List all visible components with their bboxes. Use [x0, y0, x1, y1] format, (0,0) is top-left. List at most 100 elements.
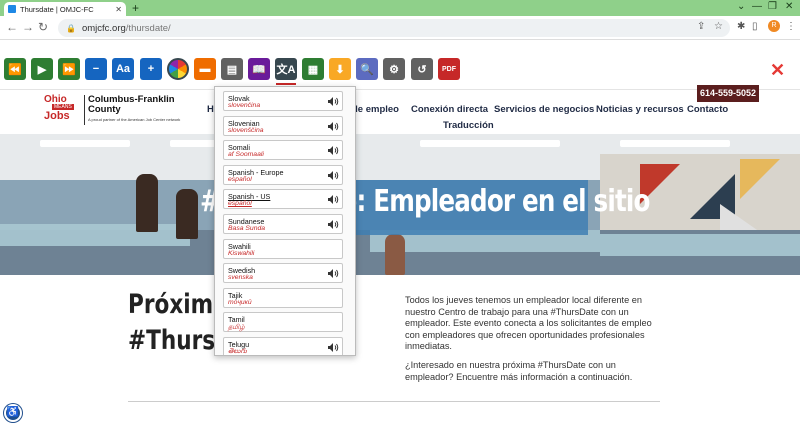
- close-tab-icon[interactable]: ✕: [115, 5, 122, 14]
- decrease-text-icon: −: [92, 63, 100, 75]
- text-mode-icon: ▦: [307, 63, 319, 76]
- nav-item-negocios[interactable]: Servicios de negocios: [494, 104, 594, 115]
- increase-text-icon: +: [147, 63, 155, 75]
- nav-item-home[interactable]: H: [207, 104, 214, 115]
- address-bar[interactable]: 🔒 omjcfc.org/thursdate/: [58, 19, 730, 37]
- bookmark-star-icon[interactable]: ☆: [714, 21, 723, 32]
- language-native-name: español: [228, 200, 252, 208]
- language-option[interactable]: Tajik тоҷикӣ: [223, 287, 343, 308]
- extensions-icon[interactable]: ✱: [737, 21, 745, 32]
- tab-title: Thursdate | OMJC-FC: [20, 4, 94, 14]
- nav-item-traduccion[interactable]: Traducción: [443, 120, 494, 131]
- download-mp3-button[interactable]: ⬇: [329, 58, 351, 80]
- browser-nav-bar: ← → ↻ 🔒 omjcfc.org/thursdate/ ⇪ ☆ ✱ ▯ R …: [0, 16, 800, 40]
- magnifier-button[interactable]: 🔍: [356, 58, 378, 80]
- new-tab-button[interactable]: +: [132, 1, 139, 15]
- translate-button[interactable]: 文A: [275, 58, 297, 80]
- pdf-button[interactable]: PDF: [438, 58, 460, 80]
- phone-number-button[interactable]: 614-559-5052: [697, 85, 759, 102]
- accessibility-toolbar: ⏪ ▶ ⏩ − Aa + ▬ ▤ 📖 文A ▦ ⬇ 🔍 ⚙ ↺ PDF ✕: [0, 40, 800, 90]
- nav-item-conexion[interactable]: Conexión directa: [411, 104, 488, 115]
- dictionary-icon: 📖: [252, 63, 266, 76]
- speaker-icon[interactable]: [327, 170, 339, 181]
- magnifier-icon: 🔍: [360, 63, 374, 76]
- language-option[interactable]: Somali af Soomaali: [223, 140, 343, 161]
- text-size-button[interactable]: Aa: [112, 58, 134, 80]
- increase-text-button[interactable]: +: [140, 58, 162, 80]
- language-option[interactable]: Swedish svenska: [223, 263, 343, 284]
- section-divider: [128, 401, 660, 402]
- nav-item-contacto[interactable]: Contacto: [687, 104, 728, 115]
- favicon-icon: [8, 5, 16, 13]
- language-native-name: தமிழ்: [228, 324, 245, 332]
- nav-item-empleo[interactable]: de empleo: [352, 104, 399, 115]
- play-icon: ▶: [37, 63, 47, 76]
- restore-icon[interactable]: ❐: [768, 1, 777, 12]
- back-icon[interactable]: ←: [6, 20, 18, 34]
- settings-icon: ⚙: [389, 63, 399, 76]
- language-native-name: Basa Sunda: [228, 225, 266, 232]
- language-native-name: Kiswahili: [228, 249, 255, 257]
- cta-paragraph: ¿Interesado en nuestra próxima #ThursDat…: [405, 360, 633, 382]
- fast-forward-button[interactable]: ⏩: [58, 58, 80, 80]
- language-option[interactable]: Slovak slovenčina: [223, 91, 343, 111]
- screen-mask-button[interactable]: ▤: [221, 58, 243, 80]
- language-dropdown[interactable]: Slovak slovenčina Slovenian slovenščina Soma…: [214, 86, 356, 356]
- url-text: omjcfc.org/thursdate/: [81, 22, 171, 34]
- play-button[interactable]: ▶: [31, 58, 53, 80]
- intro-paragraph: Todos los jueves tenemos un empleador lo…: [405, 295, 652, 351]
- language-option[interactable]: Swahili Kiswahili: [223, 238, 343, 259]
- highlight-icon: ▬: [199, 63, 211, 75]
- sidebar-icon[interactable]: ▯: [752, 21, 758, 32]
- settings-button[interactable]: ⚙: [383, 58, 405, 80]
- speaker-icon[interactable]: [327, 219, 339, 230]
- language-option[interactable]: Telugu తెలుగు: [223, 337, 343, 355]
- lock-icon[interactable]: 🔒: [66, 24, 76, 33]
- menu-kebab-icon[interactable]: ⋮: [786, 21, 796, 32]
- logo-name: Columbus-Franklin County: [88, 94, 175, 115]
- language-native-name: తెలుగు: [228, 348, 247, 355]
- translate-icon: 文A: [276, 64, 296, 76]
- language-native-name: slovenčina: [228, 102, 261, 109]
- text-size-icon: Aa: [115, 63, 131, 75]
- active-indicator: [276, 83, 296, 85]
- speaker-icon[interactable]: [327, 121, 339, 132]
- color-contrast-button[interactable]: [167, 58, 189, 80]
- language-option[interactable]: Sundanese Basa Sunda: [223, 214, 343, 234]
- rewind-button[interactable]: ⏪: [4, 58, 26, 80]
- language-native-name: slovenščina: [228, 126, 264, 134]
- browser-tab[interactable]: Thursdate | OMJC-FC ✕: [4, 2, 126, 16]
- speaker-icon[interactable]: [327, 268, 339, 279]
- ohio-means-jobs-logo[interactable]: Ohio MEANS Jobs: [44, 94, 82, 124]
- language-option[interactable]: Slovenian slovenščina: [223, 115, 343, 136]
- toolbar-close-button[interactable]: ✕: [770, 60, 785, 81]
- speaker-icon[interactable]: [327, 194, 339, 205]
- speaker-icon[interactable]: [327, 145, 339, 156]
- window-close-icon[interactable]: ✕: [785, 1, 793, 12]
- share-icon[interactable]: ⇪: [697, 21, 705, 32]
- text-mode-button[interactable]: ▦: [302, 58, 324, 80]
- forward-icon[interactable]: →: [22, 20, 34, 34]
- browser-tab-strip: Thursdate | OMJC-FC ✕ + ⌄ — ❐ ✕: [0, 0, 800, 16]
- reset-icon: ↺: [417, 63, 427, 76]
- nav-item-noticias[interactable]: Noticias y recursos: [596, 104, 684, 115]
- language-option[interactable]: Spanish - US español: [223, 189, 343, 210]
- decrease-text-button[interactable]: −: [85, 58, 107, 80]
- profile-avatar[interactable]: R: [768, 20, 780, 32]
- minimize-icon[interactable]: —: [752, 1, 762, 12]
- reload-icon[interactable]: ↻: [38, 20, 48, 34]
- download-mp3-icon: ⬇: [335, 63, 345, 76]
- language-option[interactable]: Tamil தமிழ்: [223, 312, 343, 333]
- language-native-name: af Soomaali: [228, 151, 264, 159]
- accessibility-icon[interactable]: ♿: [4, 404, 22, 422]
- reset-button[interactable]: ↺: [411, 58, 433, 80]
- logo-tagline: A proud partner of the American Job Cent…: [88, 117, 181, 122]
- speaker-icon[interactable]: [327, 96, 339, 107]
- highlight-button[interactable]: ▬: [194, 58, 216, 80]
- screen-mask-icon: ▤: [226, 63, 238, 76]
- speaker-icon[interactable]: [327, 342, 339, 353]
- chevron-down-icon[interactable]: ⌄: [737, 1, 745, 12]
- language-option[interactable]: Spanish - Europe español: [223, 164, 343, 185]
- language-native-name: тоҷикӣ: [228, 298, 252, 306]
- dictionary-button[interactable]: 📖: [248, 58, 270, 80]
